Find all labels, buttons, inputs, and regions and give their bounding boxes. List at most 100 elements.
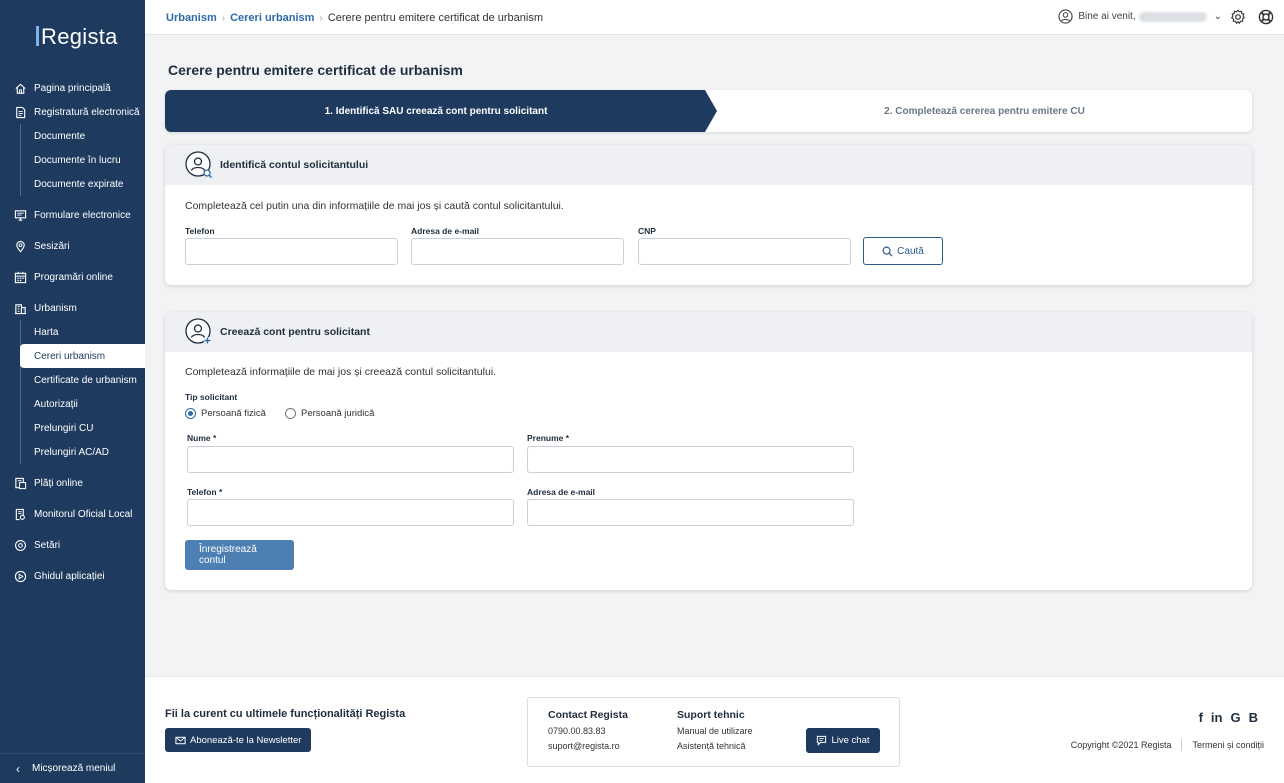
breadcrumb-cereri-urbanism[interactable]: Cereri urbanism xyxy=(230,12,314,24)
sidebar-item-registratura[interactable]: Registratură electronică xyxy=(0,100,145,124)
blogger-icon[interactable]: B xyxy=(1249,710,1258,725)
sidebar-sub-documente[interactable]: Documente xyxy=(0,124,145,148)
identify-account-card: Identifică contul solicitantului Complet… xyxy=(165,145,1252,285)
urbanism-submenu: Harta Cereri urbanism Certificate de urb… xyxy=(0,320,145,464)
sidebar: Regista Pagina principală Registratură e… xyxy=(0,0,145,783)
official-document-icon xyxy=(14,508,27,521)
search-icon xyxy=(882,246,893,257)
building-icon xyxy=(14,302,27,315)
linkedin-icon[interactable]: in xyxy=(1211,710,1223,725)
chevron-left-icon: ‹ xyxy=(16,761,20,776)
divider xyxy=(1181,739,1183,751)
create-email-label: Adresa de e-mail xyxy=(527,487,596,497)
sidebar-sub-prelungiri-cu[interactable]: Prelungiri CU xyxy=(0,416,145,440)
logo-mark xyxy=(36,26,39,46)
support-title: Suport tehnic xyxy=(677,709,745,721)
create-card-header: Creează cont pentru solicitant xyxy=(165,312,1252,352)
sidebar-sub-documente-expirate[interactable]: Documente expirate xyxy=(0,172,145,196)
create-phone-input[interactable] xyxy=(187,499,514,526)
sidebar-item-setari[interactable]: Setări xyxy=(0,533,145,557)
step-1-active[interactable]: 1. Identifică SAU creează cont pentru so… xyxy=(165,90,717,132)
calendar-icon xyxy=(14,271,27,284)
sidebar-item-formulare[interactable]: Formulare electronice xyxy=(0,203,145,227)
breadcrumb-separator: › xyxy=(319,12,323,24)
sidebar-item-sesizari[interactable]: Sesizări xyxy=(0,234,145,258)
lifebuoy-help-icon[interactable] xyxy=(1258,9,1274,25)
identify-phone-input[interactable] xyxy=(185,238,398,265)
sidebar-sub-autorizatii[interactable]: Autorizații xyxy=(0,392,145,416)
radio-persoana-fizica[interactable]: Persoană fizică xyxy=(185,408,266,419)
search-button[interactable]: Caută xyxy=(863,237,943,265)
user-search-icon xyxy=(185,151,213,179)
create-phone-label: Telefon * xyxy=(187,487,223,497)
page-title: Cerere pentru emitere certificat de urba… xyxy=(168,62,463,78)
last-name-input[interactable] xyxy=(187,446,514,473)
sidebar-sub-certificate-urbanism[interactable]: Certificate de urbanism xyxy=(0,368,145,392)
registratura-submenu: Documente Documente în lucru Documente e… xyxy=(0,124,145,196)
contact-email[interactable]: suport@regista.ro xyxy=(548,741,620,751)
identify-description: Completează cel putin una din informații… xyxy=(185,200,564,212)
sidebar-nav: Pagina principală Registratură electroni… xyxy=(0,76,145,588)
radio-persoana-juridica[interactable]: Persoană juridică xyxy=(285,408,374,419)
sidebar-item-monitorul[interactable]: Monitorul Oficial Local xyxy=(0,502,145,526)
sidebar-sub-cereri-urbanism[interactable]: Cereri urbanism xyxy=(20,344,145,368)
contact-box: Contact Regista 0790.00.83.83 suport@reg… xyxy=(527,697,900,767)
step-2[interactable]: 2. Completează cererea pentru emitere CU xyxy=(717,90,1252,132)
live-chat-button[interactable]: Live chat xyxy=(806,728,880,753)
breadcrumb: Urbanism › Cereri urbanism › Cerere pent… xyxy=(166,12,543,24)
radio-checked xyxy=(185,408,196,419)
topbar: Urbanism › Cereri urbanism › Cerere pent… xyxy=(145,0,1284,35)
copyright-bar: Copyright ©2021 Regista Termeni și condi… xyxy=(1071,739,1264,751)
sidebar-sub-harta[interactable]: Harta xyxy=(0,320,145,344)
document-icon xyxy=(14,106,27,119)
breadcrumb-urbanism[interactable]: Urbanism xyxy=(166,12,217,24)
footer: Fii la curent cu ultimele funcționalităț… xyxy=(145,676,1284,783)
sidebar-item-home[interactable]: Pagina principală xyxy=(0,76,145,100)
stepper: 1. Identifică SAU creează cont pentru so… xyxy=(165,90,1252,132)
create-email-input[interactable] xyxy=(527,499,854,526)
sidebar-sub-prelungiri-ac-ad[interactable]: Prelungiri AC/AD xyxy=(0,440,145,464)
sidebar-sub-documente-in-lucru[interactable]: Documente în lucru xyxy=(0,148,145,172)
payment-icon xyxy=(14,477,27,490)
collapse-menu-button[interactable]: ‹ Micșorează meniul xyxy=(0,753,145,783)
support-help-link[interactable]: Asistență tehnică xyxy=(677,741,746,751)
identify-email-input[interactable] xyxy=(411,238,624,265)
monitor-icon xyxy=(14,209,27,222)
breadcrumb-current: Cerere pentru emitere certificat de urba… xyxy=(327,12,544,24)
sidebar-item-plati[interactable]: Plăți online xyxy=(0,471,145,495)
create-account-card: Creează cont pentru solicitant Completea… xyxy=(165,312,1252,590)
regista-logo[interactable]: Regista xyxy=(36,24,118,50)
newsletter-title: Fii la curent cu ultimele funcționalităț… xyxy=(165,708,406,720)
contact-phone[interactable]: 0790.00.83.83 xyxy=(548,726,606,736)
first-name-input[interactable] xyxy=(527,446,854,473)
last-name-label: Nume * xyxy=(187,433,217,443)
sidebar-item-ghidul[interactable]: Ghidul aplicației xyxy=(0,564,145,588)
phone-label: Telefon xyxy=(185,226,215,236)
user-avatar-icon xyxy=(1058,9,1073,24)
support-manual-link[interactable]: Manual de utilizare xyxy=(677,726,753,736)
register-account-button[interactable]: Înregistrează contul xyxy=(185,540,294,570)
identify-cnp-input[interactable] xyxy=(638,238,851,265)
envelope-icon xyxy=(175,736,186,744)
email-label: Adresa de e-mail xyxy=(411,226,480,236)
copyright-text: Copyright ©2021 Regista xyxy=(1070,740,1172,750)
cnp-label: CNP xyxy=(638,226,656,236)
applicant-type-label: Tip solicitant xyxy=(185,392,238,402)
gear-icon[interactable] xyxy=(1230,9,1246,25)
play-circle-icon xyxy=(14,570,27,583)
sidebar-item-programari[interactable]: Programări online xyxy=(0,265,145,289)
google-icon[interactable]: G xyxy=(1230,710,1240,725)
settings-icon xyxy=(14,539,27,552)
user-name-redacted xyxy=(1138,11,1207,22)
user-menu[interactable]: Bine ai venit, ⌄ xyxy=(1058,9,1222,24)
breadcrumb-separator: › xyxy=(221,12,226,24)
newsletter-subscribe-button[interactable]: Abonează-te la Newsletter xyxy=(165,728,312,752)
sidebar-item-urbanism[interactable]: Urbanism xyxy=(0,296,145,320)
social-links: f in G B xyxy=(1199,710,1258,725)
terms-link[interactable]: Termeni și condiții xyxy=(1192,740,1264,750)
home-icon xyxy=(14,82,27,95)
chat-icon xyxy=(817,735,827,746)
chevron-down-icon: ⌄ xyxy=(1213,11,1222,22)
facebook-icon[interactable]: f xyxy=(1199,710,1203,725)
first-name-label: Prenume * xyxy=(527,433,570,443)
